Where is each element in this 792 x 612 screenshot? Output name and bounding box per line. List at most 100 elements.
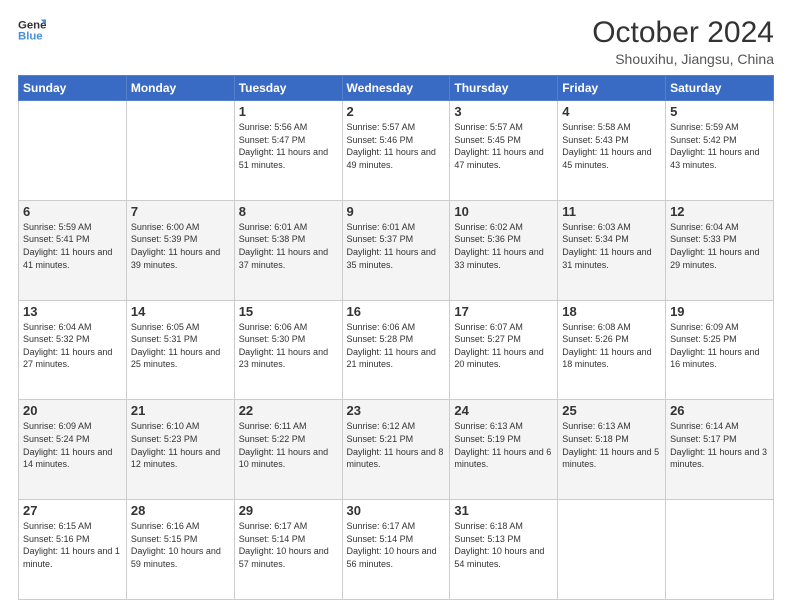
day-info: Sunrise: 6:05 AMSunset: 5:31 PMDaylight:…	[131, 321, 230, 371]
day-info: Sunrise: 6:04 AMSunset: 5:33 PMDaylight:…	[670, 221, 769, 271]
day-info: Sunrise: 6:12 AMSunset: 5:21 PMDaylight:…	[347, 420, 446, 470]
calendar-cell: 7Sunrise: 6:00 AMSunset: 5:39 PMDaylight…	[126, 200, 234, 300]
title-block: October 2024 Shouxihu, Jiangsu, China	[592, 16, 774, 67]
col-monday: Monday	[126, 76, 234, 101]
calendar-cell: 3 Sunrise: 5:57 AMSunset: 5:45 PMDaylight…	[450, 101, 558, 201]
calendar-cell: 14Sunrise: 6:05 AMSunset: 5:31 PMDayligh…	[126, 300, 234, 400]
header-row: Sunday Monday Tuesday Wednesday Thursday…	[19, 76, 774, 101]
calendar-row-5: 27Sunrise: 6:15 AMSunset: 5:16 PMDayligh…	[19, 500, 774, 600]
calendar-cell: 25 Sunrise: 6:13 AMSunset: 5:18 PMDayligh…	[558, 400, 666, 500]
day-number: 3	[454, 104, 553, 119]
day-info: Sunrise: 6:06 AMSunset: 5:30 PMDaylight:…	[239, 321, 338, 371]
day-number: 31	[454, 503, 553, 518]
day-info: Sunrise: 6:18 AMSunset: 5:13 PMDaylight:…	[454, 520, 553, 570]
calendar-cell: 12 Sunrise: 6:04 AMSunset: 5:33 PMDayligh…	[666, 200, 774, 300]
day-number: 12	[670, 204, 769, 219]
day-number: 29	[239, 503, 338, 518]
day-number: 6	[23, 204, 122, 219]
calendar-cell: 23Sunrise: 6:12 AMSunset: 5:21 PMDayligh…	[342, 400, 450, 500]
logo-icon: General Blue	[18, 16, 46, 44]
day-info: Sunrise: 6:07 AMSunset: 5:27 PMDaylight:…	[454, 321, 553, 371]
header: General Blue October 2024 Shouxihu, Jian…	[18, 16, 774, 67]
day-number: 28	[131, 503, 230, 518]
day-number: 19	[670, 304, 769, 319]
logo: General Blue	[18, 16, 46, 44]
day-info: Sunrise: 6:16 AMSunset: 5:15 PMDaylight:…	[131, 520, 230, 570]
calendar-cell: 26 Sunrise: 6:14 AMSunset: 5:17 PMDayligh…	[666, 400, 774, 500]
day-number: 13	[23, 304, 122, 319]
col-friday: Friday	[558, 76, 666, 101]
calendar-cell: 17 Sunrise: 6:07 AMSunset: 5:27 PMDayligh…	[450, 300, 558, 400]
day-number: 10	[454, 204, 553, 219]
day-info: Sunrise: 6:17 AMSunset: 5:14 PMDaylight:…	[347, 520, 446, 570]
day-number: 4	[562, 104, 661, 119]
day-info: Sunrise: 6:10 AMSunset: 5:23 PMDaylight:…	[131, 420, 230, 470]
day-number: 21	[131, 403, 230, 418]
calendar-cell: 11 Sunrise: 6:03 AMSunset: 5:34 PMDayligh…	[558, 200, 666, 300]
day-info: Sunrise: 6:04 AMSunset: 5:32 PMDaylight:…	[23, 321, 122, 371]
col-sunday: Sunday	[19, 76, 127, 101]
calendar-cell	[126, 101, 234, 201]
day-info: Sunrise: 5:58 AMSunset: 5:43 PMDaylight:…	[562, 121, 661, 171]
calendar-cell: 31 Sunrise: 6:18 AMSunset: 5:13 PMDayligh…	[450, 500, 558, 600]
col-tuesday: Tuesday	[234, 76, 342, 101]
page: General Blue October 2024 Shouxihu, Jian…	[0, 0, 792, 612]
day-info: Sunrise: 5:59 AMSunset: 5:42 PMDaylight:…	[670, 121, 769, 171]
calendar-cell	[666, 500, 774, 600]
day-number: 18	[562, 304, 661, 319]
day-info: Sunrise: 5:57 AMSunset: 5:45 PMDaylight:…	[454, 121, 553, 171]
day-info: Sunrise: 5:57 AMSunset: 5:46 PMDaylight:…	[347, 121, 446, 171]
day-number: 20	[23, 403, 122, 418]
col-wednesday: Wednesday	[342, 76, 450, 101]
day-info: Sunrise: 6:08 AMSunset: 5:26 PMDaylight:…	[562, 321, 661, 371]
calendar-cell	[19, 101, 127, 201]
col-saturday: Saturday	[666, 76, 774, 101]
day-info: Sunrise: 6:17 AMSunset: 5:14 PMDaylight:…	[239, 520, 338, 570]
day-number: 7	[131, 204, 230, 219]
day-number: 27	[23, 503, 122, 518]
calendar-row-4: 20 Sunrise: 6:09 AMSunset: 5:24 PMDayligh…	[19, 400, 774, 500]
svg-text:General: General	[18, 19, 46, 31]
day-number: 26	[670, 403, 769, 418]
day-info: Sunrise: 6:01 AMSunset: 5:37 PMDaylight:…	[347, 221, 446, 271]
day-info: Sunrise: 6:01 AMSunset: 5:38 PMDaylight:…	[239, 221, 338, 271]
day-info: Sunrise: 6:02 AMSunset: 5:36 PMDaylight:…	[454, 221, 553, 271]
calendar-row-3: 13 Sunrise: 6:04 AMSunset: 5:32 PMDayligh…	[19, 300, 774, 400]
svg-text:Blue: Blue	[18, 31, 43, 43]
calendar-row-2: 6 Sunrise: 5:59 AMSunset: 5:41 PMDaylight…	[19, 200, 774, 300]
subtitle: Shouxihu, Jiangsu, China	[592, 51, 774, 67]
calendar-cell: 21 Sunrise: 6:10 AMSunset: 5:23 PMDayligh…	[126, 400, 234, 500]
calendar-cell: 22Sunrise: 6:11 AMSunset: 5:22 PMDayligh…	[234, 400, 342, 500]
calendar-cell: 20 Sunrise: 6:09 AMSunset: 5:24 PMDayligh…	[19, 400, 127, 500]
calendar-cell: 6 Sunrise: 5:59 AMSunset: 5:41 PMDaylight…	[19, 200, 127, 300]
calendar-cell: 15 Sunrise: 6:06 AMSunset: 5:30 PMDayligh…	[234, 300, 342, 400]
day-number: 1	[239, 104, 338, 119]
day-number: 8	[239, 204, 338, 219]
day-info: Sunrise: 6:13 AMSunset: 5:18 PMDaylight:…	[562, 420, 661, 470]
calendar-cell: 1Sunrise: 5:56 AMSunset: 5:47 PMDaylight…	[234, 101, 342, 201]
day-info: Sunrise: 6:09 AMSunset: 5:25 PMDaylight:…	[670, 321, 769, 371]
day-info: Sunrise: 6:14 AMSunset: 5:17 PMDaylight:…	[670, 420, 769, 470]
day-number: 24	[454, 403, 553, 418]
day-info: Sunrise: 6:09 AMSunset: 5:24 PMDaylight:…	[23, 420, 122, 470]
day-number: 11	[562, 204, 661, 219]
calendar-cell: 4 Sunrise: 5:58 AMSunset: 5:43 PMDaylight…	[558, 101, 666, 201]
calendar: Sunday Monday Tuesday Wednesday Thursday…	[18, 75, 774, 600]
day-info: Sunrise: 6:06 AMSunset: 5:28 PMDaylight:…	[347, 321, 446, 371]
day-info: Sunrise: 5:59 AMSunset: 5:41 PMDaylight:…	[23, 221, 122, 271]
day-number: 17	[454, 304, 553, 319]
day-number: 5	[670, 104, 769, 119]
calendar-cell: 19 Sunrise: 6:09 AMSunset: 5:25 PMDayligh…	[666, 300, 774, 400]
day-number: 9	[347, 204, 446, 219]
day-info: Sunrise: 6:13 AMSunset: 5:19 PMDaylight:…	[454, 420, 553, 470]
calendar-cell: 24 Sunrise: 6:13 AMSunset: 5:19 PMDayligh…	[450, 400, 558, 500]
calendar-cell: 10 Sunrise: 6:02 AMSunset: 5:36 PMDayligh…	[450, 200, 558, 300]
day-number: 25	[562, 403, 661, 418]
day-number: 15	[239, 304, 338, 319]
day-info: Sunrise: 6:03 AMSunset: 5:34 PMDaylight:…	[562, 221, 661, 271]
calendar-row-1: 1Sunrise: 5:56 AMSunset: 5:47 PMDaylight…	[19, 101, 774, 201]
calendar-cell: 5 Sunrise: 5:59 AMSunset: 5:42 PMDaylight…	[666, 101, 774, 201]
calendar-cell	[558, 500, 666, 600]
main-title: October 2024	[592, 16, 774, 49]
col-thursday: Thursday	[450, 76, 558, 101]
